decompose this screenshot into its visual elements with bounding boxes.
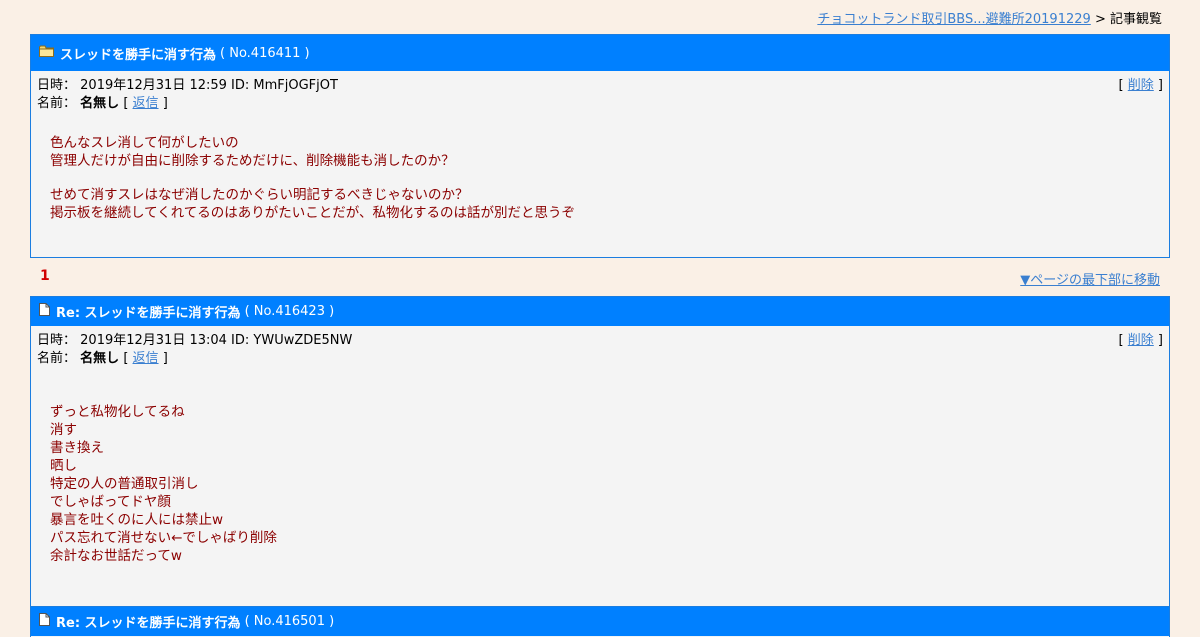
bracket-open: [ — [1118, 78, 1124, 93]
document-icon — [39, 303, 50, 320]
post-number: ( No.416501 ) — [244, 614, 335, 629]
post-416501: Re: スレッドを勝手に消す行為 ( No.416501 ) — [30, 606, 1170, 637]
name-label: 名前： — [37, 351, 77, 366]
post-body-line: 特定の人の普通取引消し — [50, 476, 199, 492]
post-title: Re: スレッドを勝手に消す行為 — [56, 306, 241, 321]
name-label: 名前： — [37, 96, 77, 111]
breadcrumb-current: 記事観覧 — [1109, 12, 1162, 27]
bracket-close: ] — [1157, 78, 1163, 93]
bracket-open: [ — [1118, 333, 1124, 348]
post-body-line: 管理人だけが自由に削除するためだけに、削除機能も消したのか？ — [50, 153, 455, 169]
post-number: ( No.416411 ) — [220, 45, 310, 61]
delete-control: [ 削除 ] — [1119, 332, 1163, 350]
reply-link[interactable]: 返信 — [133, 96, 159, 111]
post-date-row: 日時： 2019年12月31日 13:04 ID: YWUwZDE5NW [ 削… — [31, 332, 1169, 350]
breadcrumb: チョコットランド取引BBS...避難所20191229 > 記事観覧 — [817, 8, 1162, 27]
post-counter: 1 — [40, 268, 50, 284]
post-title: スレッドを勝手に消す行為 — [60, 47, 217, 63]
post-body-line: 余計なお世話だってw — [50, 548, 182, 564]
post-416423: Re: スレッドを勝手に消す行為 ( No.416423 ) 日時： 2019年… — [30, 296, 1170, 608]
bracket-close: ] — [162, 96, 168, 111]
post-name-row: 名前： 名無し [ 返信 ] — [31, 95, 1169, 113]
post-body-line: でしゃばってドヤ顔 — [50, 494, 171, 510]
jump-to-bottom-link[interactable]: ▼ページの最下部に移動 — [1020, 269, 1160, 288]
date-label: 日時： — [37, 333, 77, 348]
reply-link[interactable]: 返信 — [133, 351, 159, 366]
document-icon — [39, 613, 50, 630]
post-body-line: せめて消すスレはなぜ消したのかぐらい明記するべきじゃないのか？ — [50, 187, 469, 203]
bracket-close: ] — [162, 351, 168, 366]
folder-icon — [39, 45, 54, 61]
post-header: Re: スレッドを勝手に消す行為 ( No.416501 ) — [31, 607, 1169, 636]
post-header: スレッドを勝手に消す行為 ( No.416411 ) — [31, 35, 1169, 71]
date-label: 日時： — [37, 78, 77, 93]
delete-control: [ 削除 ] — [1119, 77, 1163, 95]
post-body: 色んなスレ消して何がしたいの 管理人だけが自由に削除するためだけに、削除機能も消… — [31, 134, 1169, 222]
breadcrumb-bbs-link[interactable]: チョコットランド取引BBS...避難所20191229 — [817, 12, 1090, 27]
delete-link[interactable]: 削除 — [1128, 78, 1154, 93]
post-name-row: 名前： 名無し [ 返信 ] — [31, 350, 1169, 368]
bracket-open: [ — [123, 96, 129, 111]
post-body-line: 掲示板を継続してくれてるのはありがたいことだが、私物化するのは話が別だと思うぞ — [50, 205, 576, 221]
post-header: Re: スレッドを勝手に消す行為 ( No.416423 ) — [31, 297, 1169, 326]
post-datetime: 2019年12月31日 13:04 ID: YWUwZDE5NW — [80, 333, 353, 348]
post-body-line: 色んなスレ消して何がしたいの — [50, 135, 239, 151]
post-author: 名無し — [80, 96, 120, 111]
post-body-line: ずっと私物化してるね — [50, 404, 185, 420]
post-date-row: 日時： 2019年12月31日 12:59 ID: MmFjOGFjOT [ 削… — [31, 77, 1169, 95]
post-body: ずっと私物化してるね 消す 書き換え 晒し 特定の人の普通取引消し でしゃばって… — [31, 403, 1169, 565]
post-title: Re: スレッドを勝手に消す行為 — [56, 616, 241, 631]
breadcrumb-separator: > — [1094, 12, 1106, 27]
post-416411: スレッドを勝手に消す行為 ( No.416411 ) 日時： 2019年12月3… — [30, 34, 1170, 258]
bracket-close: ] — [1157, 333, 1163, 348]
bracket-open: [ — [123, 351, 129, 366]
post-body-line: 書き換え — [50, 440, 104, 456]
delete-link[interactable]: 削除 — [1128, 333, 1154, 348]
post-body-line: 暴言を吐くのに人には禁止w — [50, 512, 224, 528]
post-body-line: 晒し — [50, 458, 77, 474]
post-author: 名無し — [80, 351, 120, 366]
post-number: ( No.416423 ) — [244, 304, 335, 319]
post-datetime: 2019年12月31日 12:59 ID: MmFjOGFjOT — [80, 78, 338, 93]
post-body-line: 消す — [50, 422, 77, 438]
post-body-line: パス忘れて消せない←でしゃばり削除 — [50, 530, 277, 546]
